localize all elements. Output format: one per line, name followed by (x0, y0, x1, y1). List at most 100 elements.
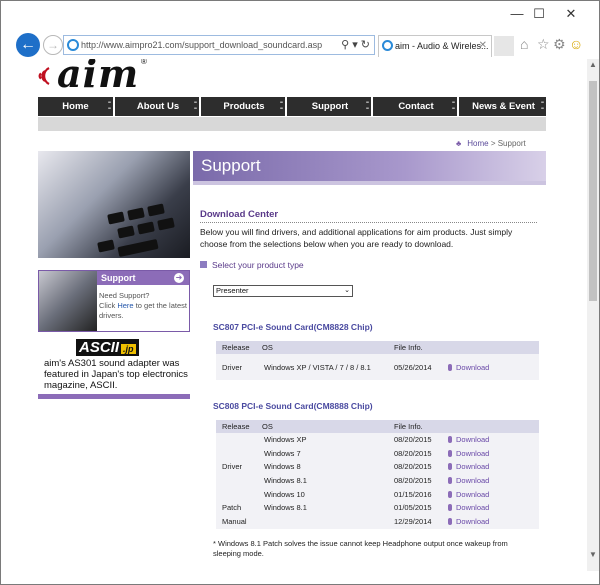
favorites-icon[interactable]: ☆ (537, 36, 550, 53)
support-promo-box[interactable]: Support ➜ Need Support? Click Here to ge… (38, 270, 190, 332)
settings-icon[interactable]: ⚙ (553, 36, 566, 53)
cell-os: Windows 8 (264, 462, 301, 472)
header-os: OS (262, 343, 273, 352)
chevron-down-icon: ⌄ (344, 287, 350, 294)
table-row: Windows XP 08/20/2015 Download (216, 433, 539, 447)
support-here-link[interactable]: Here (117, 301, 133, 310)
download-link[interactable]: Download (448, 515, 489, 528)
nav-dots-icon: ▪▪ ▪▪ (279, 100, 283, 112)
cell-os: Windows 8.1 (264, 476, 307, 486)
new-tab-button[interactable] (494, 36, 514, 56)
nav-home[interactable]: Home ▪▪ ▪▪ (38, 97, 115, 116)
nav-support[interactable]: Support ▪▪ ▪▪ (289, 97, 373, 116)
download-link[interactable]: Download (448, 488, 489, 501)
download-center-title: Download Center (200, 209, 279, 220)
back-button[interactable]: ← (16, 33, 40, 57)
scroll-thumb[interactable] (589, 81, 597, 301)
nav-dots-icon: ▪▪ ▪▪ (451, 100, 455, 112)
key-shape (127, 207, 145, 221)
tab-active[interactable]: aim - Audio & Wireles... ✕ (378, 35, 492, 57)
nav-about-label: About Us (136, 101, 180, 112)
key-shape (97, 239, 115, 253)
download-link[interactable]: Download (448, 361, 489, 374)
cell-release: Driver (222, 462, 242, 472)
cell-os: Windows 10 (264, 489, 305, 499)
product-title-sc808: SC808 PCI-e Sound Card(CM8888 Chip) (213, 401, 373, 411)
bullet-square-icon (200, 261, 207, 268)
header-os: OS (262, 422, 273, 431)
home-icon[interactable]: ⌂ (520, 36, 528, 52)
key-shape (107, 211, 125, 225)
ascii-divider (38, 394, 190, 399)
ascii-logo-text: ASCII (79, 339, 120, 356)
support-promo-line-1: Need Support? (99, 291, 150, 300)
table-row: Windows 10 01/15/2016 Download (216, 487, 539, 502)
product-type-select[interactable]: Presenter ⌄ (213, 285, 353, 297)
cell-os: Windows XP / VISTA / 7 / 8 / 8.1 (264, 363, 371, 372)
logo-text: aim (57, 59, 140, 96)
table-row: Windows 8.1 08/20/2015 Download (216, 474, 539, 488)
page-title: Support (201, 156, 261, 175)
product-title-sc807: SC807 PCI-e Sound Card(CM8828 Chip) (213, 322, 373, 332)
smiley-icon[interactable]: ☺ (569, 36, 583, 52)
nav-products[interactable]: Products ▪▪ ▪▪ (203, 97, 287, 116)
nav-products-label: Products (223, 101, 265, 112)
ascii-logo-jp: .jp (121, 344, 136, 354)
ascii-logo: ASCII .jp (76, 339, 139, 356)
key-shape (117, 225, 135, 239)
download-icon (448, 364, 452, 371)
cell-date: 05/26/2014 (394, 363, 432, 372)
scroll-up-icon[interactable]: ▲ (587, 59, 599, 71)
main-nav: Home ▪▪ ▪▪ About Us ▪▪ ▪▪ Products ▪▪ ▪▪ Suppo… (38, 97, 546, 116)
address-bar[interactable]: http://www.aimpro21.com/support_download… (63, 35, 375, 55)
download-link[interactable]: Download (448, 447, 489, 460)
download-link-label: Download (456, 489, 490, 499)
product-type-select-value: Presenter (216, 286, 249, 295)
footnote: * Windows 8.1 Patch solves the issue can… (213, 539, 508, 558)
forward-button[interactable]: → (43, 35, 63, 55)
hero-keyboard-image (38, 151, 190, 258)
back-arrow-icon: ← (20, 36, 36, 53)
logo-wave-icon (38, 67, 50, 85)
support-promo-header[interactable]: Support ➜ (97, 271, 189, 285)
nav-news-event[interactable]: News & Event ▪▪ ▪▪ (461, 97, 546, 116)
vertical-scrollbar[interactable]: ▲ ▼ (587, 59, 599, 571)
nav-contact[interactable]: Contact ▪▪ ▪▪ (375, 97, 459, 116)
support-promo-line-2: Click (99, 301, 118, 310)
tab-close-icon[interactable]: ✕ (479, 36, 487, 56)
download-link-label: Download (456, 435, 490, 444)
title-bar: — ☐ ✕ (1, 1, 599, 31)
download-link-label: Download (456, 462, 490, 472)
download-link[interactable]: Download (448, 433, 489, 446)
address-tools[interactable]: ⚲ ▾ ↻ (341, 36, 370, 54)
download-icon (448, 477, 452, 485)
download-icon (448, 490, 452, 498)
breadcrumb-home[interactable]: Home (467, 139, 488, 148)
nav-dots-icon: ▪▪ ▪▪ (365, 100, 369, 112)
logo-registered: ® (141, 59, 147, 66)
key-shape (117, 238, 159, 258)
support-thumbnail (39, 271, 97, 331)
ascii-feature[interactable]: ASCII .jp aim's AS301 sound adapter was f… (38, 339, 190, 399)
key-shape (147, 203, 165, 217)
download-icon (448, 436, 452, 443)
cell-date: 01/05/2015 (394, 503, 432, 513)
breadcrumb-icon: ♣ (456, 139, 462, 148)
cell-date: 12/29/2014 (394, 517, 432, 527)
support-promo-text: Need Support? Click Here to get the late… (99, 291, 189, 321)
arrow-right-icon[interactable]: ➜ (174, 273, 184, 283)
ascii-feature-text: aim's AS301 sound adapter was featured i… (44, 358, 188, 391)
table-row: Patch Windows 8.1 01/05/2015 Download (216, 501, 539, 516)
close-button[interactable]: ✕ (554, 1, 588, 27)
support-banner: Support (193, 151, 546, 181)
tab-ie-icon (382, 40, 393, 51)
maximize-button[interactable]: ☐ (522, 1, 556, 27)
download-link[interactable]: Download (448, 501, 489, 514)
download-link[interactable]: Download (448, 474, 489, 487)
nav-about-us[interactable]: About Us ▪▪ ▪▪ (117, 97, 201, 116)
cell-os: Windows XP (264, 435, 307, 444)
download-link[interactable]: Download (448, 460, 489, 473)
nav-dots-icon: ▪▪ ▪▪ (193, 100, 197, 112)
scroll-down-icon[interactable]: ▼ (587, 549, 599, 561)
nav-home-label: Home (62, 101, 89, 112)
